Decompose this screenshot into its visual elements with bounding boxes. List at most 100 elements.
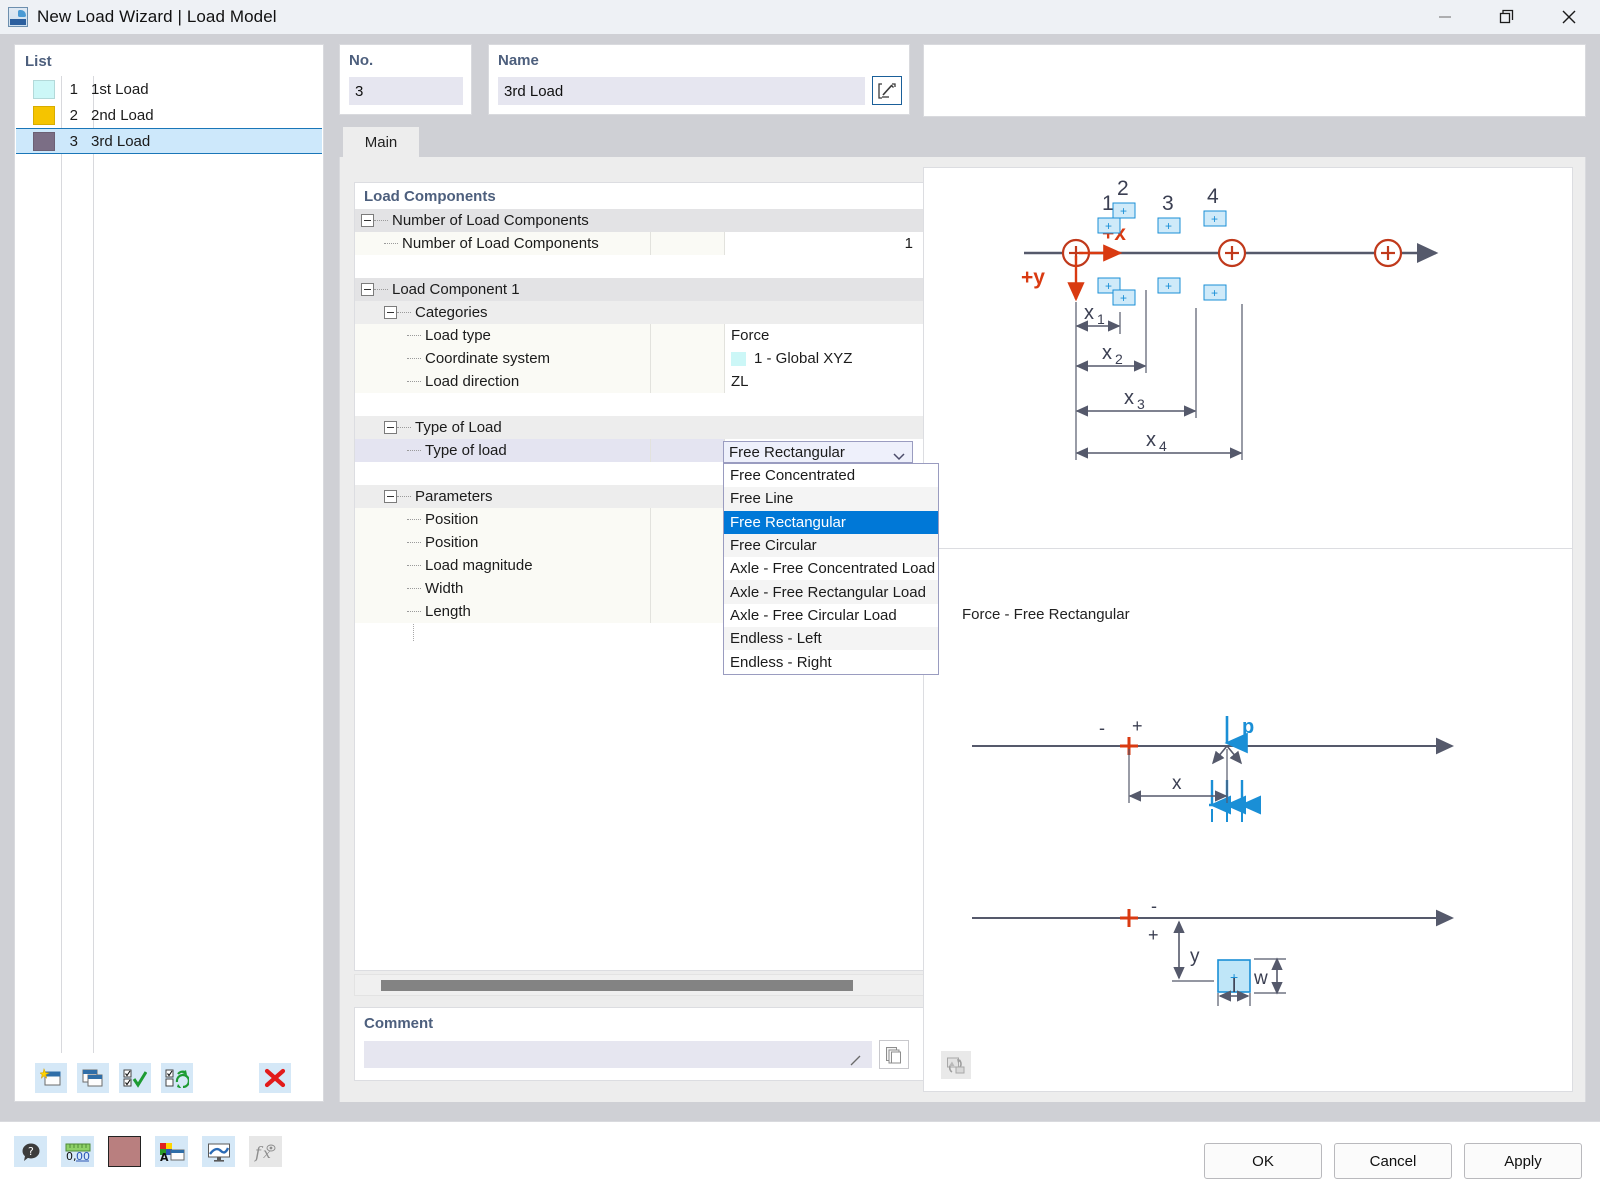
tree-row-label: Width	[425, 580, 464, 597]
tree-row-label: Load magnitude	[425, 557, 533, 574]
load-p-label: p	[1242, 716, 1254, 738]
select-all-button[interactable]	[119, 1062, 151, 1093]
fx-icon: f x	[249, 1136, 282, 1167]
dropdown-option[interactable]: Axle - Free Rectangular Load	[724, 580, 938, 604]
image-refresh-icon[interactable]	[941, 1051, 971, 1079]
restore-icon[interactable]	[1476, 0, 1538, 34]
svg-text:+: +	[1165, 279, 1172, 293]
copy-pages-icon[interactable]	[879, 1040, 909, 1069]
list-item[interactable]: 3 3rd Load	[16, 128, 322, 154]
new-item-button[interactable]	[35, 1062, 67, 1093]
scrollbar-thumb[interactable]	[381, 980, 853, 991]
tab-main[interactable]: Main	[343, 127, 419, 157]
load-list[interactable]: 1 1st Load 2 2nd Load 3 3rd Load	[16, 76, 322, 154]
svg-text:-: -	[1099, 718, 1105, 738]
monitor-graphic-icon[interactable]	[202, 1136, 235, 1167]
tree-row-label: Categories	[415, 304, 488, 321]
collapse-expander-icon[interactable]	[361, 214, 374, 227]
dropdown-option[interactable]: Free Circular	[724, 533, 938, 558]
svg-text:+: +	[1211, 286, 1218, 300]
type-of-load-combobox[interactable]: Free Rectangular	[723, 441, 913, 463]
color-swatch-icon[interactable]	[108, 1136, 141, 1167]
tree-row[interactable]: Coordinate system 1 - Global XYZ	[355, 347, 925, 370]
svg-text:4: 4	[1159, 438, 1167, 454]
dropdown-option[interactable]: Endless - Left	[724, 627, 938, 651]
copy-item-button[interactable]	[77, 1062, 109, 1093]
tree-row[interactable]: Load Component 1	[355, 278, 925, 301]
window-controls	[1414, 0, 1600, 34]
tree-value-cell[interactable]: 1 - Global XYZ	[724, 347, 925, 370]
load-diagram: - + p x - + y + w l	[972, 716, 1454, 1006]
collapse-expander-icon[interactable]	[384, 306, 397, 319]
dropdown-option[interactable]: Axle - Free Concentrated Load	[724, 557, 938, 580]
no-input[interactable]	[349, 77, 463, 105]
tree-connector	[397, 427, 411, 428]
tree-row[interactable]: Load direction ZL	[355, 370, 925, 393]
tree-row[interactable]: Number of Load Components	[355, 209, 925, 232]
dropdown-option[interactable]: Free Rectangular	[724, 510, 938, 534]
y-dim-label: y	[1190, 946, 1200, 967]
list-panel: List 1 1st Load 2 2nd Load 3 3rd Load	[14, 44, 324, 1102]
dropdown-option[interactable]: Free Concentrated	[724, 464, 938, 487]
dropdown-option[interactable]: Free Line	[724, 487, 938, 511]
property-tree[interactable]: Number of Load Components Number of Load …	[355, 209, 939, 675]
tree-value-cell[interactable]: 1	[724, 232, 925, 255]
pencil-edit-icon[interactable]	[872, 76, 902, 105]
list-item[interactable]: 1 1st Load	[16, 76, 322, 102]
collapse-expander-icon[interactable]	[361, 283, 374, 296]
color-palette-window-icon[interactable]: A	[155, 1136, 188, 1167]
close-icon[interactable]	[1538, 0, 1600, 34]
window-title: New Load Wizard | Load Model	[37, 7, 277, 26]
dropdown-option[interactable]: Axle - Free Circular Load	[724, 604, 938, 627]
tree-row-label: Type of load	[425, 442, 507, 459]
tree-spacer-row	[355, 255, 925, 278]
tree-row-label-cell: Load direction	[355, 370, 650, 393]
tree-connector	[407, 519, 421, 520]
svg-text:00: 00	[76, 1150, 90, 1162]
bottom-toolbar: ? 0, 00 A f x	[14, 1136, 282, 1167]
tree-row[interactable]: Categories	[355, 301, 925, 324]
tree-row[interactable]: Type of load Free Rectangular Free Concent…	[355, 439, 939, 675]
tree-connector	[407, 565, 421, 566]
tree-connector	[407, 542, 421, 543]
tree-row-label: Type of Load	[415, 419, 502, 436]
tree-row-label-cell	[355, 255, 650, 278]
minimize-icon[interactable]	[1414, 0, 1476, 34]
dropdown-option[interactable]: Endless - Right	[724, 650, 938, 673]
list-item[interactable]: 2 2nd Load	[16, 102, 322, 128]
tree-horizontal-scrollbar[interactable]	[354, 974, 926, 996]
list-item-label: 3rd Load	[91, 132, 151, 150]
preview-info-panel	[923, 44, 1586, 117]
svg-text:0,: 0,	[66, 1150, 77, 1162]
svg-text:?: ?	[28, 1145, 34, 1158]
title-bar: New Load Wizard | Load Model	[0, 0, 1600, 34]
tree-row-label-cell: Type of Load	[355, 416, 650, 439]
tree-row[interactable]: Type of Load	[355, 416, 925, 439]
invert-selection-button[interactable]	[161, 1062, 193, 1093]
question-balloon-icon[interactable]: ?	[14, 1136, 47, 1167]
tree-row[interactable]: Load type Force	[355, 324, 925, 347]
tree-row-label: Position	[425, 534, 479, 551]
cancel-button[interactable]: Cancel	[1334, 1143, 1452, 1179]
tree-connector	[374, 220, 388, 221]
collapse-expander-icon[interactable]	[384, 421, 397, 434]
tree-value-cell[interactable]: ZL	[724, 370, 925, 393]
name-input[interactable]	[498, 77, 865, 105]
tree-row[interactable]: Number of Load Components 1	[355, 232, 925, 255]
collapse-expander-icon[interactable]	[384, 490, 397, 503]
tree-row-label-cell: Load magnitude	[355, 554, 650, 577]
tree-row-label: Position	[425, 511, 479, 528]
list-title: List	[25, 53, 52, 70]
main-panel: Load Components Number of Load Component…	[339, 157, 1586, 1105]
comment-input[interactable]	[364, 1041, 872, 1068]
tree-value-cell[interactable]: Force	[724, 324, 925, 347]
tree-row-label: Load direction	[425, 373, 520, 390]
list-toolbar	[15, 1053, 323, 1101]
ruler-decimal-icon[interactable]: 0, 00	[61, 1136, 94, 1167]
ok-button[interactable]: OK	[1204, 1143, 1322, 1179]
type-of-load-dropdown[interactable]: Free Concentrated Free Line Free Rectangul…	[723, 463, 939, 675]
tree-row-label: Coordinate system	[425, 350, 551, 367]
apply-button[interactable]: Apply	[1464, 1143, 1582, 1179]
x-dim-label: x	[1172, 773, 1182, 794]
delete-item-button[interactable]	[259, 1062, 291, 1093]
